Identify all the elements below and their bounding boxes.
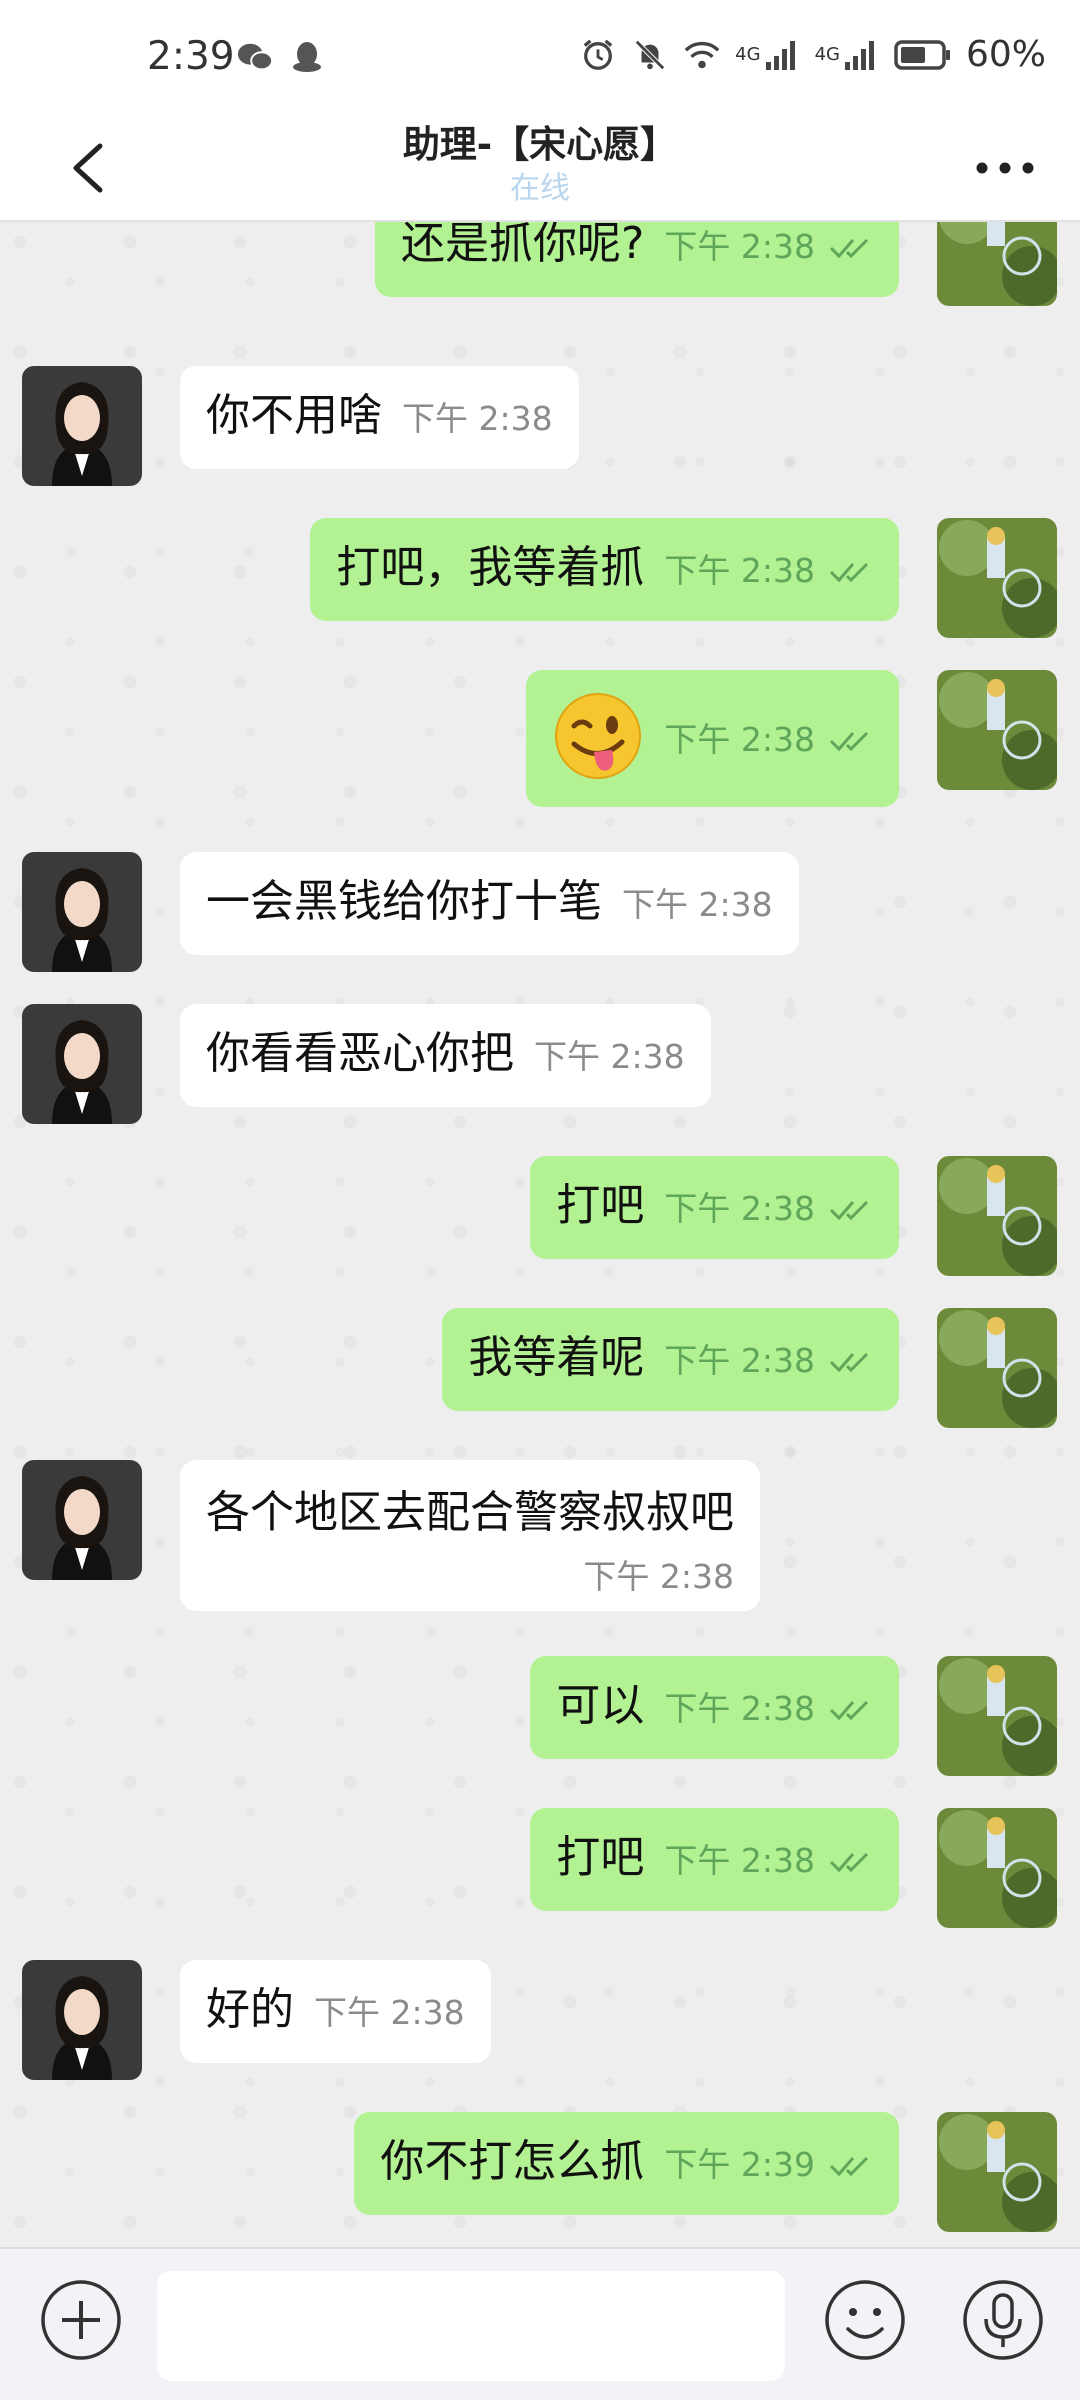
message-bubble[interactable]: 可以 下午 2:38: [530, 1656, 899, 1759]
message-bubble[interactable]: 下午 2:38: [526, 670, 899, 807]
message-list[interactable]: 还是抓你呢? 下午 2:38 你不用啥 下午 2:38 打吧，我等着抓 下午 2:38: [0, 222, 1080, 2247]
message-bubble[interactable]: 一会黑钱给你打十笔 下午 2:38: [180, 852, 799, 955]
message-bubble[interactable]: 你不用啥 下午 2:38: [180, 366, 579, 469]
message-time: 下午 2:38: [664, 227, 815, 266]
message-text: 打吧: [556, 1832, 645, 1883]
message-time: 下午 2:38: [664, 1841, 815, 1880]
my-avatar[interactable]: [937, 222, 1057, 306]
my-avatar[interactable]: [937, 1156, 1057, 1276]
microphone-icon[interactable]: [960, 2277, 1046, 2363]
message-text: 你看看恶心你把: [206, 1028, 514, 1079]
read-ticks-icon: [829, 731, 869, 752]
message-bubble[interactable]: 好的 下午 2:38: [180, 1960, 491, 2063]
battery-icon: [894, 39, 950, 70]
message-bubble[interactable]: 打吧，我等着抓 下午 2:38: [310, 518, 899, 621]
message-bubble[interactable]: 打吧 下午 2:38: [530, 1808, 899, 1911]
message-text: 好的: [206, 1984, 294, 2035]
input-bar: [0, 2247, 1080, 2400]
message-text: 打吧，我等着抓: [336, 542, 645, 593]
message-bubble[interactable]: 打吧 下午 2:38: [530, 1156, 899, 1259]
message-time: 下午 2:38: [664, 551, 815, 590]
qq-icon: [293, 42, 321, 72]
message-time: 下午 2:38: [314, 1993, 465, 2032]
message-text: 你不用啥: [206, 390, 382, 441]
message-text: 我等着呢: [468, 1332, 645, 1383]
message-bubble[interactable]: 你看看恶心你把 下午 2:38: [180, 1004, 711, 1107]
contact-avatar[interactable]: [22, 1460, 142, 1580]
message-bubble[interactable]: 我等着呢 下午 2:38: [442, 1308, 899, 1411]
message-input[interactable]: [157, 2271, 785, 2381]
contact-avatar[interactable]: [22, 852, 142, 972]
message-time: 下午 2:38: [622, 885, 773, 924]
message-text: 你不打怎么抓: [380, 2136, 645, 2187]
message-time: 下午 2:38: [534, 1037, 685, 1076]
signal-icon: [765, 40, 795, 70]
message-text: 可以: [556, 1680, 645, 1731]
contact-avatar[interactable]: [22, 1960, 142, 2080]
message-text: 还是抓你呢?: [401, 222, 645, 269]
online-status: 在线: [510, 171, 570, 206]
message-time: 下午 2:39: [664, 2145, 815, 2184]
signal-icon: [844, 40, 874, 70]
my-avatar[interactable]: [937, 2112, 1057, 2232]
my-avatar[interactable]: [937, 1808, 1057, 1928]
message-time: 下午 2:38: [664, 1189, 815, 1228]
status-bar: 2:39 4G 4G 60%: [0, 0, 1080, 118]
add-attachment-icon[interactable]: [38, 2277, 124, 2363]
message-text: 一会黑钱给你打十笔: [206, 876, 602, 927]
message-time: 下午 2:38: [402, 399, 553, 438]
contact-avatar[interactable]: [22, 366, 142, 486]
mute-icon: [635, 39, 666, 70]
message-time: 下午 2:38: [664, 1341, 815, 1380]
battery-percent: 60%: [965, 34, 1046, 75]
my-avatar[interactable]: [937, 1308, 1057, 1428]
message-time: 下午 2:38: [583, 1557, 734, 1596]
status-right: 4G 4G 60%: [579, 34, 1046, 75]
message-text: 各个地区去配合警察叔叔吧: [206, 1487, 734, 1538]
chat-header: 助理-【宋心愿】 在线: [0, 118, 1080, 222]
network-type-2: 4G: [814, 44, 840, 65]
message-bubble[interactable]: 各个地区去配合警察叔叔吧 下午 2:38: [180, 1460, 760, 1611]
wechat-icon: [237, 43, 274, 71]
winking-face-with-tongue-emoji: [555, 693, 642, 779]
title-area[interactable]: 助理-【宋心愿】 在线: [0, 118, 1080, 206]
network-type-1: 4G: [735, 44, 761, 65]
wifi-icon: [684, 41, 720, 68]
read-ticks-icon: [829, 1852, 869, 1873]
message-bubble[interactable]: 还是抓你呢? 下午 2:38: [375, 222, 899, 297]
chat-title: 助理-【宋心愿】: [402, 123, 678, 166]
read-ticks-icon: [829, 562, 869, 583]
message-time: 下午 2:38: [664, 720, 815, 759]
read-ticks-icon: [829, 1200, 869, 1221]
message-bubble[interactable]: 你不打怎么抓 下午 2:39: [354, 2112, 899, 2215]
emoji-icon[interactable]: [822, 2277, 908, 2363]
message-time: 下午 2:38: [664, 1689, 815, 1728]
alarm-icon: [583, 39, 613, 70]
my-avatar[interactable]: [937, 1656, 1057, 1776]
read-ticks-icon: [829, 2156, 869, 2177]
contact-avatar[interactable]: [22, 1004, 142, 1124]
message-text: 打吧: [556, 1180, 645, 1231]
read-ticks-icon: [829, 238, 869, 259]
status-time: 2:39: [147, 34, 235, 79]
status-left-icons: [236, 40, 326, 74]
read-ticks-icon: [829, 1352, 869, 1373]
read-ticks-icon: [829, 1700, 869, 1721]
more-options-icon[interactable]: [970, 148, 1040, 188]
my-avatar[interactable]: [937, 518, 1057, 638]
my-avatar[interactable]: [937, 670, 1057, 790]
